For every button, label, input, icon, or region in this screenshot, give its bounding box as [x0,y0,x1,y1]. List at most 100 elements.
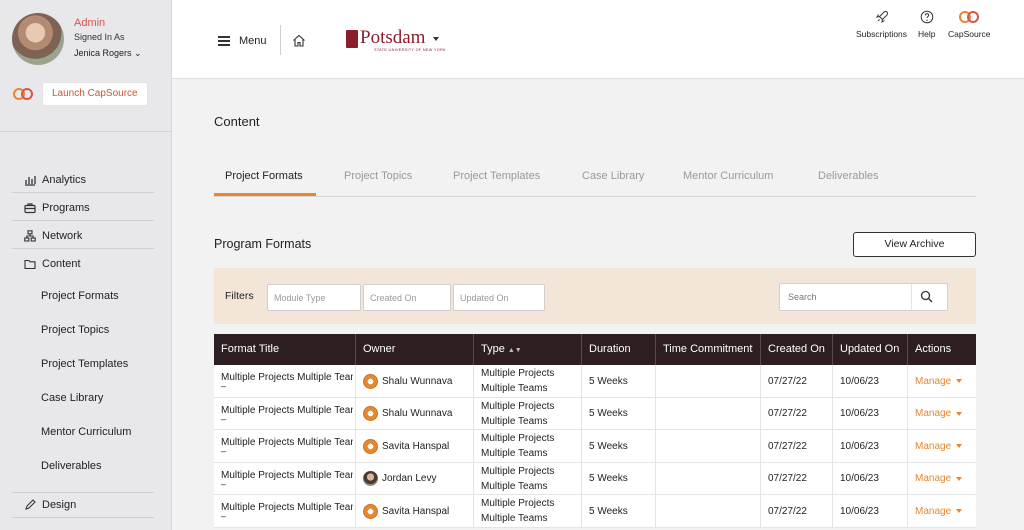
user-name-dropdown[interactable]: Jenica Rogers ⌄ [74,48,142,59]
cell-format-title[interactable]: Multiple Projects Multiple Teams – [214,495,356,528]
sort-icon[interactable]: ▲▼ [508,347,522,354]
owner-avatar [363,503,378,519]
cell-owner: Shalu Wunnava [356,365,474,398]
cell-format-title[interactable]: Multiple Projects Multiple Teams – [214,365,356,398]
cell-format-title[interactable]: Multiple Projects Multiple Teams – [214,430,356,463]
table-row[interactable]: Multiple Projects Multiple Teams – Jordan… [214,462,976,495]
tab-mentor-curriculum[interactable]: Mentor Curriculum [683,170,773,182]
sidebar-item-label: Content [42,258,81,270]
column-header-duration[interactable]: Duration [582,334,656,365]
cell-actions: Manage [908,365,976,398]
type-line-2: Multiple Teams [481,448,548,459]
cell-type: Multiple Projects Multiple Teams [474,397,582,430]
help-icon [920,10,934,24]
cell-time-commitment [656,397,761,430]
avatar[interactable] [12,13,64,65]
tab-project-topics[interactable]: Project Topics [344,170,412,182]
caret-down-icon [433,37,440,41]
cell-time-commitment [656,462,761,495]
column-header-time-commitment[interactable]: Time Commitment [656,334,761,365]
format-title-dash: – [221,511,227,521]
cell-type: Multiple Projects Multiple Teams [474,430,582,463]
type-line-2: Multiple Teams [481,480,548,492]
hamburger-icon [218,36,230,46]
type-line-2: Multiple Teams [481,415,548,427]
help-label: Help [918,29,936,39]
updated-on-filter[interactable] [453,284,545,311]
tab-case-library[interactable]: Case Library [582,170,644,182]
sidebar-item-analytics[interactable]: Analytics [12,167,154,193]
potsdam-logo-icon [346,30,358,48]
table-row[interactable]: Multiple Projects Multiple Teams – Savita… [214,430,976,463]
manage-dropdown[interactable]: Manage [915,408,963,419]
help-link[interactable]: Help [918,10,935,39]
sidebar-item-content[interactable]: Content [12,251,154,277]
content-tabs: Project Formats Project Topics Project T… [214,160,976,197]
column-header-updated-on[interactable]: Updated On [833,334,908,365]
module-type-filter[interactable] [267,284,361,311]
user-profile[interactable]: Admin Signed In As Jenica Rogers ⌄ [12,13,172,69]
sidebar-subitem-case-library[interactable]: Case Library [41,392,103,404]
format-title[interactable]: Multiple Projects Multiple Teams [221,470,353,481]
sidebar-subitem-project-templates[interactable]: Project Templates [41,358,128,370]
sidebar-item-programs[interactable]: Programs [12,195,154,221]
type-line-2: Multiple Teams [481,383,548,394]
sidebar-subitem-deliverables[interactable]: Deliverables [41,460,102,472]
cell-owner: Savita Hanspal [356,430,474,463]
sidebar-divider [0,131,172,132]
sidebar-item-network[interactable]: Network [12,223,154,249]
sidebar-subitem-project-topics[interactable]: Project Topics [41,324,109,336]
cell-format-title[interactable]: Multiple Projects Multiple Teams – [214,462,356,495]
format-title[interactable]: Multiple Projects Multiple Teams [221,502,353,513]
sidebar-item-design[interactable]: Design [12,492,154,518]
column-header-format-title[interactable]: Format Title [214,334,356,365]
sidebar-subitem-mentor-curriculum[interactable]: Mentor Curriculum [41,426,131,438]
format-title[interactable]: Multiple Projects Multiple Teams [221,437,353,448]
table-row[interactable]: Multiple Projects Multiple Teams – Shalu … [214,397,976,431]
format-title[interactable]: Multiple Projects Multiple Teams [221,405,353,416]
manage-dropdown[interactable]: Manage [915,473,963,484]
subscriptions-label: Subscriptions [856,29,908,39]
format-title[interactable]: Multiple Projects Multiple Teams [221,372,353,383]
manage-dropdown[interactable]: Manage [915,376,963,387]
column-header-type[interactable]: Type ▲▼ [474,334,582,365]
cell-format-title[interactable]: Multiple Projects Multiple Teams – [214,397,356,430]
table-row[interactable]: Multiple Projects Multiple Teams – Savita… [214,495,976,528]
view-archive-button[interactable]: View Archive [853,232,976,257]
capsource-link[interactable]: CapSource [948,10,991,39]
tab-deliverables[interactable]: Deliverables [818,170,879,182]
subscriptions-link[interactable]: Subscriptions [856,10,907,39]
tab-project-templates[interactable]: Project Templates [453,170,540,182]
institution-switcher[interactable]: Potsdam STATE UNIVERSITY OF NEW YORK [346,27,446,52]
column-header-type-label: Type [481,343,505,355]
formats-table: Format Title Owner Type ▲▼ Duration Time … [214,334,976,528]
owner-avatar [363,406,378,422]
format-title-dash: – [221,478,227,489]
menu-button[interactable]: Menu [218,33,267,49]
created-on-filter[interactable] [363,284,451,311]
search-input[interactable] [780,284,910,310]
owner-avatar [363,373,378,389]
cell-actions: Manage [908,398,976,431]
manage-dropdown[interactable]: Manage [915,440,963,452]
manage-dropdown[interactable]: Manage [915,506,963,517]
manage-label: Manage [915,440,952,452]
home-icon[interactable] [292,34,306,47]
cell-duration: 5 Weeks [582,495,656,528]
caret-down-icon [956,476,963,481]
search-separator [911,284,912,310]
column-header-created-on[interactable]: Created On [761,334,833,365]
table-row[interactable]: Multiple Projects Multiple Teams – Shalu … [214,365,976,398]
capsource-label: CapSource [948,29,991,39]
brand-subtitle: STATE UNIVERSITY OF NEW YORK [374,48,446,52]
column-header-owner[interactable]: Owner [356,334,474,365]
tab-project-formats[interactable]: Project Formats [225,170,303,182]
sidebar-subitem-project-formats[interactable]: Project Formats [41,290,119,302]
cell-owner: Shalu Wunnava [356,397,474,430]
briefcase-icon [24,202,36,213]
sidebar: Admin Signed In As Jenica Rogers ⌄ Launc… [0,0,172,530]
table-header: Format Title Owner Type ▲▼ Duration Time … [214,334,976,365]
launch-capsource-button[interactable]: Launch CapSource [42,82,148,106]
cell-time-commitment [656,365,761,398]
search-icon[interactable] [920,290,933,303]
